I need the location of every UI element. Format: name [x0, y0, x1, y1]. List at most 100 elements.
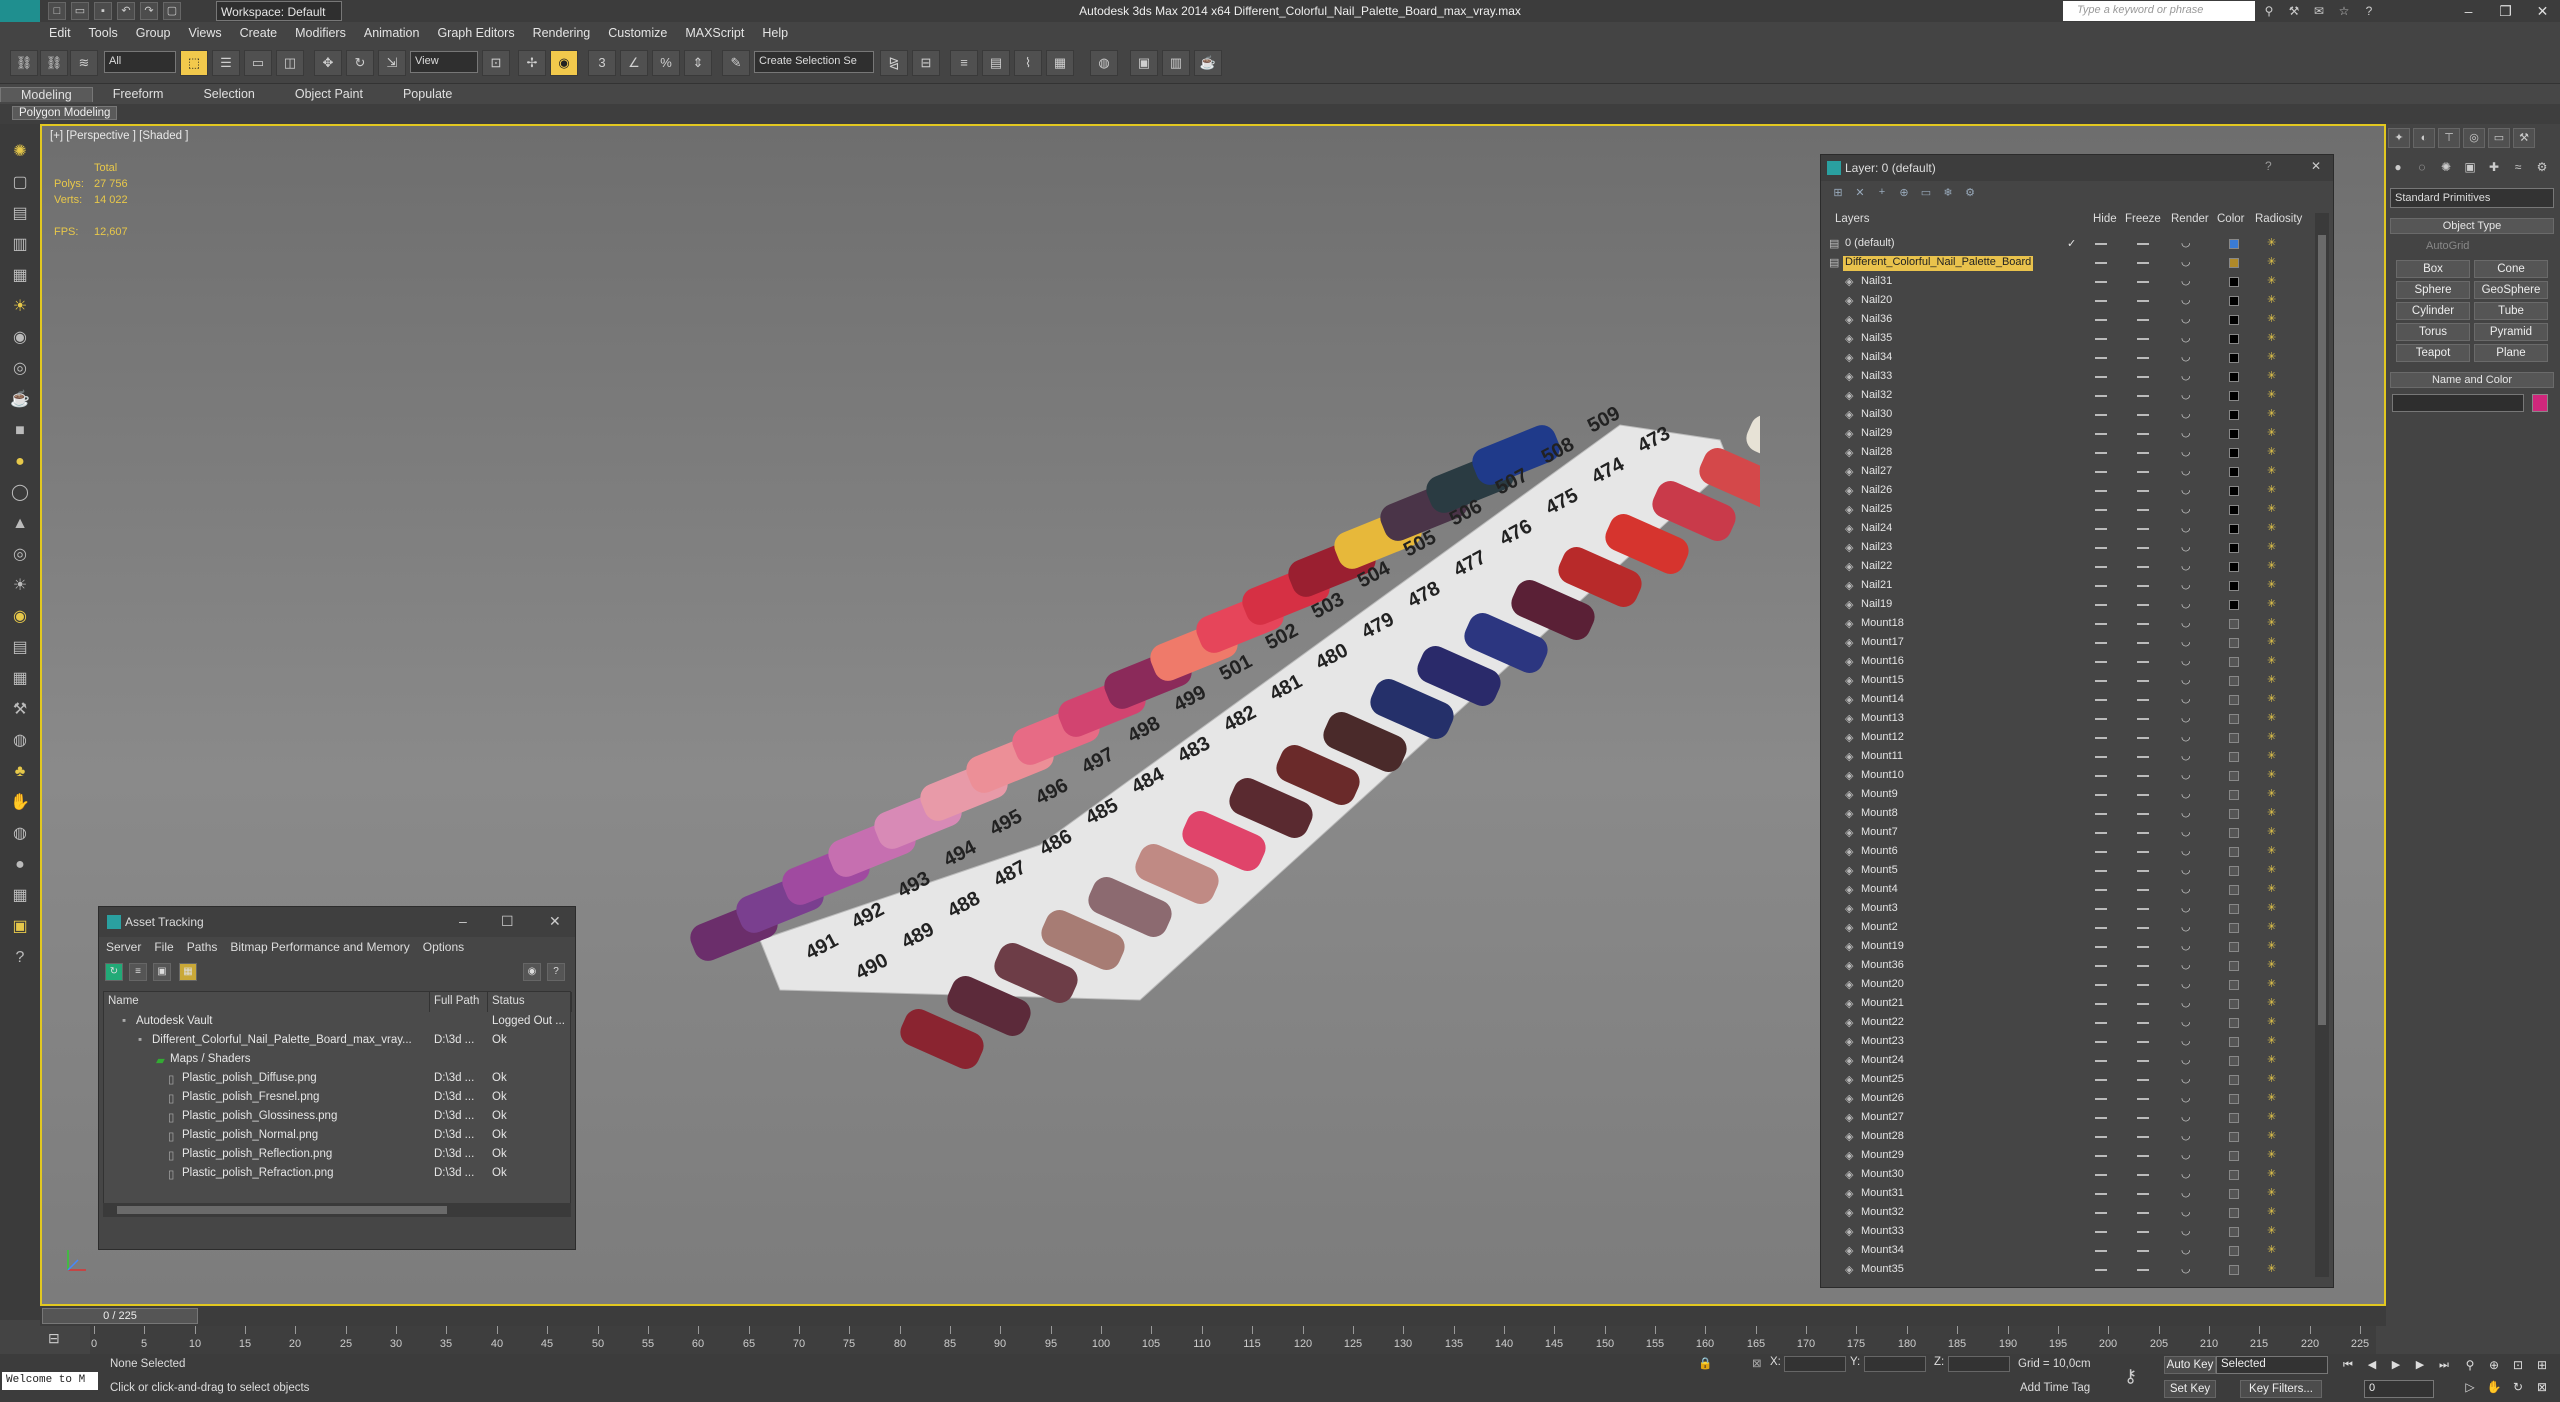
layer-color-swatch[interactable] — [2229, 1018, 2239, 1028]
freeze-toggle[interactable] — [2137, 737, 2149, 739]
layer-row[interactable]: ◈ Nail28 ◡ ✳ — [1825, 444, 2313, 463]
layer-color-swatch[interactable] — [2229, 1227, 2239, 1237]
globe-icon[interactable]: ◍ — [6, 729, 34, 753]
layer-color-swatch[interactable] — [2229, 980, 2239, 990]
radiosity-icon[interactable]: ✳ — [2267, 863, 2276, 876]
sphere2-icon[interactable]: ● — [6, 853, 34, 877]
layer-color-swatch[interactable] — [2229, 600, 2239, 610]
move-icon[interactable]: ✥ — [314, 50, 342, 76]
menu-animation[interactable]: Animation — [355, 26, 429, 40]
layer-row[interactable]: ◈ Mount34 ◡ ✳ — [1825, 1242, 2313, 1261]
rendered-frame-window-icon[interactable]: ▥ — [1162, 50, 1190, 76]
layer-row[interactable]: ◈ Nail32 ◡ ✳ — [1825, 387, 2313, 406]
menu-rendering[interactable]: Rendering — [524, 26, 600, 40]
selection-filter-dropdown[interactable]: All — [104, 51, 176, 73]
freeze-toggle[interactable] — [2137, 718, 2149, 720]
layer-color-swatch[interactable] — [2229, 277, 2239, 287]
radiosity-icon[interactable]: ✳ — [2267, 1205, 2276, 1218]
render-teapot-icon[interactable]: ◡ — [2181, 768, 2191, 781]
layer-row[interactable]: ◈ Nail27 ◡ ✳ — [1825, 463, 2313, 482]
autogrid-checkbox[interactable]: AutoGrid — [2426, 240, 2469, 252]
layer-properties-icon[interactable]: ⚙ — [1961, 186, 1979, 204]
vertical-scrollbar[interactable] — [2315, 213, 2329, 1277]
add-time-tag[interactable]: Add Time Tag — [2020, 1382, 2090, 1394]
render-teapot-icon[interactable]: ◡ — [2181, 388, 2191, 401]
asset-menu-file[interactable]: File — [147, 940, 179, 954]
render-teapot-icon[interactable]: ◡ — [2181, 673, 2191, 686]
shapes-icon[interactable]: ◌ — [2412, 160, 2432, 178]
polygon-modeling-tab[interactable]: Polygon Modeling — [12, 106, 118, 120]
create-layer-icon[interactable]: + — [1873, 186, 1891, 204]
freeze-toggle[interactable] — [2137, 281, 2149, 283]
freeze-toggle[interactable] — [2137, 908, 2149, 910]
table-row[interactable]: ▯ Plastic_polish_Diffuse.png D:\3d ... Ok — [104, 1069, 572, 1088]
freeze-toggle[interactable] — [2137, 1250, 2149, 1252]
zoom-all-icon[interactable]: ⊕ — [2484, 1356, 2504, 1374]
tube-button[interactable]: Tube — [2474, 302, 2548, 320]
layer-color-swatch[interactable] — [2229, 676, 2239, 686]
render-teapot-icon[interactable]: ◡ — [2181, 597, 2191, 610]
auto-key-button[interactable]: Auto Key — [2164, 1356, 2216, 1374]
layer-row[interactable]: ◈ Mount26 ◡ ✳ — [1825, 1090, 2313, 1109]
horizontal-scrollbar[interactable] — [103, 1203, 571, 1217]
orbit-icon[interactable]: ↻ — [2508, 1378, 2528, 1396]
hide-toggle[interactable] — [2095, 1212, 2107, 1214]
radiosity-icon[interactable]: ✳ — [2267, 1129, 2276, 1142]
radiosity-icon[interactable]: ✳ — [2267, 293, 2276, 306]
table-row[interactable]: ▰ Maps / Shaders — [104, 1050, 572, 1069]
freeze-toggle[interactable] — [2137, 699, 2149, 701]
freeze-toggle[interactable] — [2137, 661, 2149, 663]
lock-selection-icon[interactable]: 🔒 — [1698, 1356, 1712, 1370]
layer-row[interactable]: ◈ Mount5 ◡ ✳ — [1825, 862, 2313, 881]
radiosity-icon[interactable]: ✳ — [2267, 711, 2276, 724]
box-icon[interactable]: ■ — [6, 419, 34, 443]
freeze-toggle[interactable] — [2137, 509, 2149, 511]
render-teapot-icon[interactable]: ◡ — [2181, 1224, 2191, 1237]
layer-row[interactable]: ◈ Mount33 ◡ ✳ — [1825, 1223, 2313, 1242]
freeze-toggle[interactable] — [2137, 927, 2149, 929]
layer-color-swatch[interactable] — [2229, 1037, 2239, 1047]
hide-toggle[interactable] — [2095, 851, 2107, 853]
lights-icon[interactable]: ✺ — [2436, 160, 2456, 178]
x-coordinate-field[interactable] — [1784, 1356, 1846, 1372]
hide-toggle[interactable] — [2095, 490, 2107, 492]
thumbnail-view-icon[interactable]: ▣ — [153, 963, 171, 981]
layer-row[interactable]: ▤ Different_Colorful_Nail_Palette_Board ◡ ✳ — [1825, 254, 2313, 273]
freeze-toggle[interactable] — [2137, 642, 2149, 644]
freeze-toggle[interactable] — [2137, 414, 2149, 416]
freeze-toggle[interactable] — [2137, 832, 2149, 834]
radiosity-icon[interactable]: ✳ — [2267, 255, 2276, 268]
layer-row[interactable]: ◈ Nail34 ◡ ✳ — [1825, 349, 2313, 368]
radiosity-icon[interactable]: ✳ — [2267, 1072, 2276, 1085]
render-teapot-icon[interactable]: ◡ — [2181, 711, 2191, 724]
next-frame-icon[interactable]: ▶ — [2410, 1356, 2430, 1374]
layer-color-swatch[interactable] — [2229, 296, 2239, 306]
render-teapot-icon[interactable]: ◡ — [2181, 1262, 2191, 1275]
layer-color-swatch[interactable] — [2229, 391, 2239, 401]
camera2-icon[interactable]: ▣ — [6, 915, 34, 939]
radiosity-icon[interactable]: ✳ — [2267, 483, 2276, 496]
hide-toggle[interactable] — [2095, 889, 2107, 891]
pan-icon[interactable]: ✋ — [2484, 1378, 2504, 1396]
render-teapot-icon[interactable]: ◡ — [2181, 293, 2191, 306]
freeze-toggle[interactable] — [2137, 376, 2149, 378]
menu-customize[interactable]: Customize — [599, 26, 676, 40]
hide-toggle[interactable] — [2095, 547, 2107, 549]
freeze-toggle[interactable] — [2137, 1136, 2149, 1138]
freeze-toggle[interactable] — [2137, 623, 2149, 625]
align-icon[interactable]: ⊟ — [912, 50, 940, 76]
freeze-toggle[interactable] — [2137, 1174, 2149, 1176]
render-teapot-icon[interactable]: ◡ — [2181, 1167, 2191, 1180]
radiosity-icon[interactable]: ✳ — [2267, 407, 2276, 420]
render-teapot-icon[interactable]: ◡ — [2181, 426, 2191, 439]
render-teapot-icon[interactable]: ◡ — [2181, 1072, 2191, 1085]
layer-row[interactable]: ◈ Mount11 ◡ ✳ — [1825, 748, 2313, 767]
current-frame-field[interactable]: 0 — [2364, 1380, 2434, 1398]
layer-color-swatch[interactable] — [2229, 1113, 2239, 1123]
table-row[interactable]: ▯ Plastic_polish_Fresnel.png D:\3d ... Ok — [104, 1088, 572, 1107]
hide-toggle[interactable] — [2095, 243, 2107, 245]
layer-row[interactable]: ◈ Nail25 ◡ ✳ — [1825, 501, 2313, 520]
render-teapot-icon[interactable]: ◡ — [2181, 1129, 2191, 1142]
layer-row[interactable]: ◈ Mount20 ◡ ✳ — [1825, 976, 2313, 995]
layer-row[interactable]: ◈ Mount27 ◡ ✳ — [1825, 1109, 2313, 1128]
